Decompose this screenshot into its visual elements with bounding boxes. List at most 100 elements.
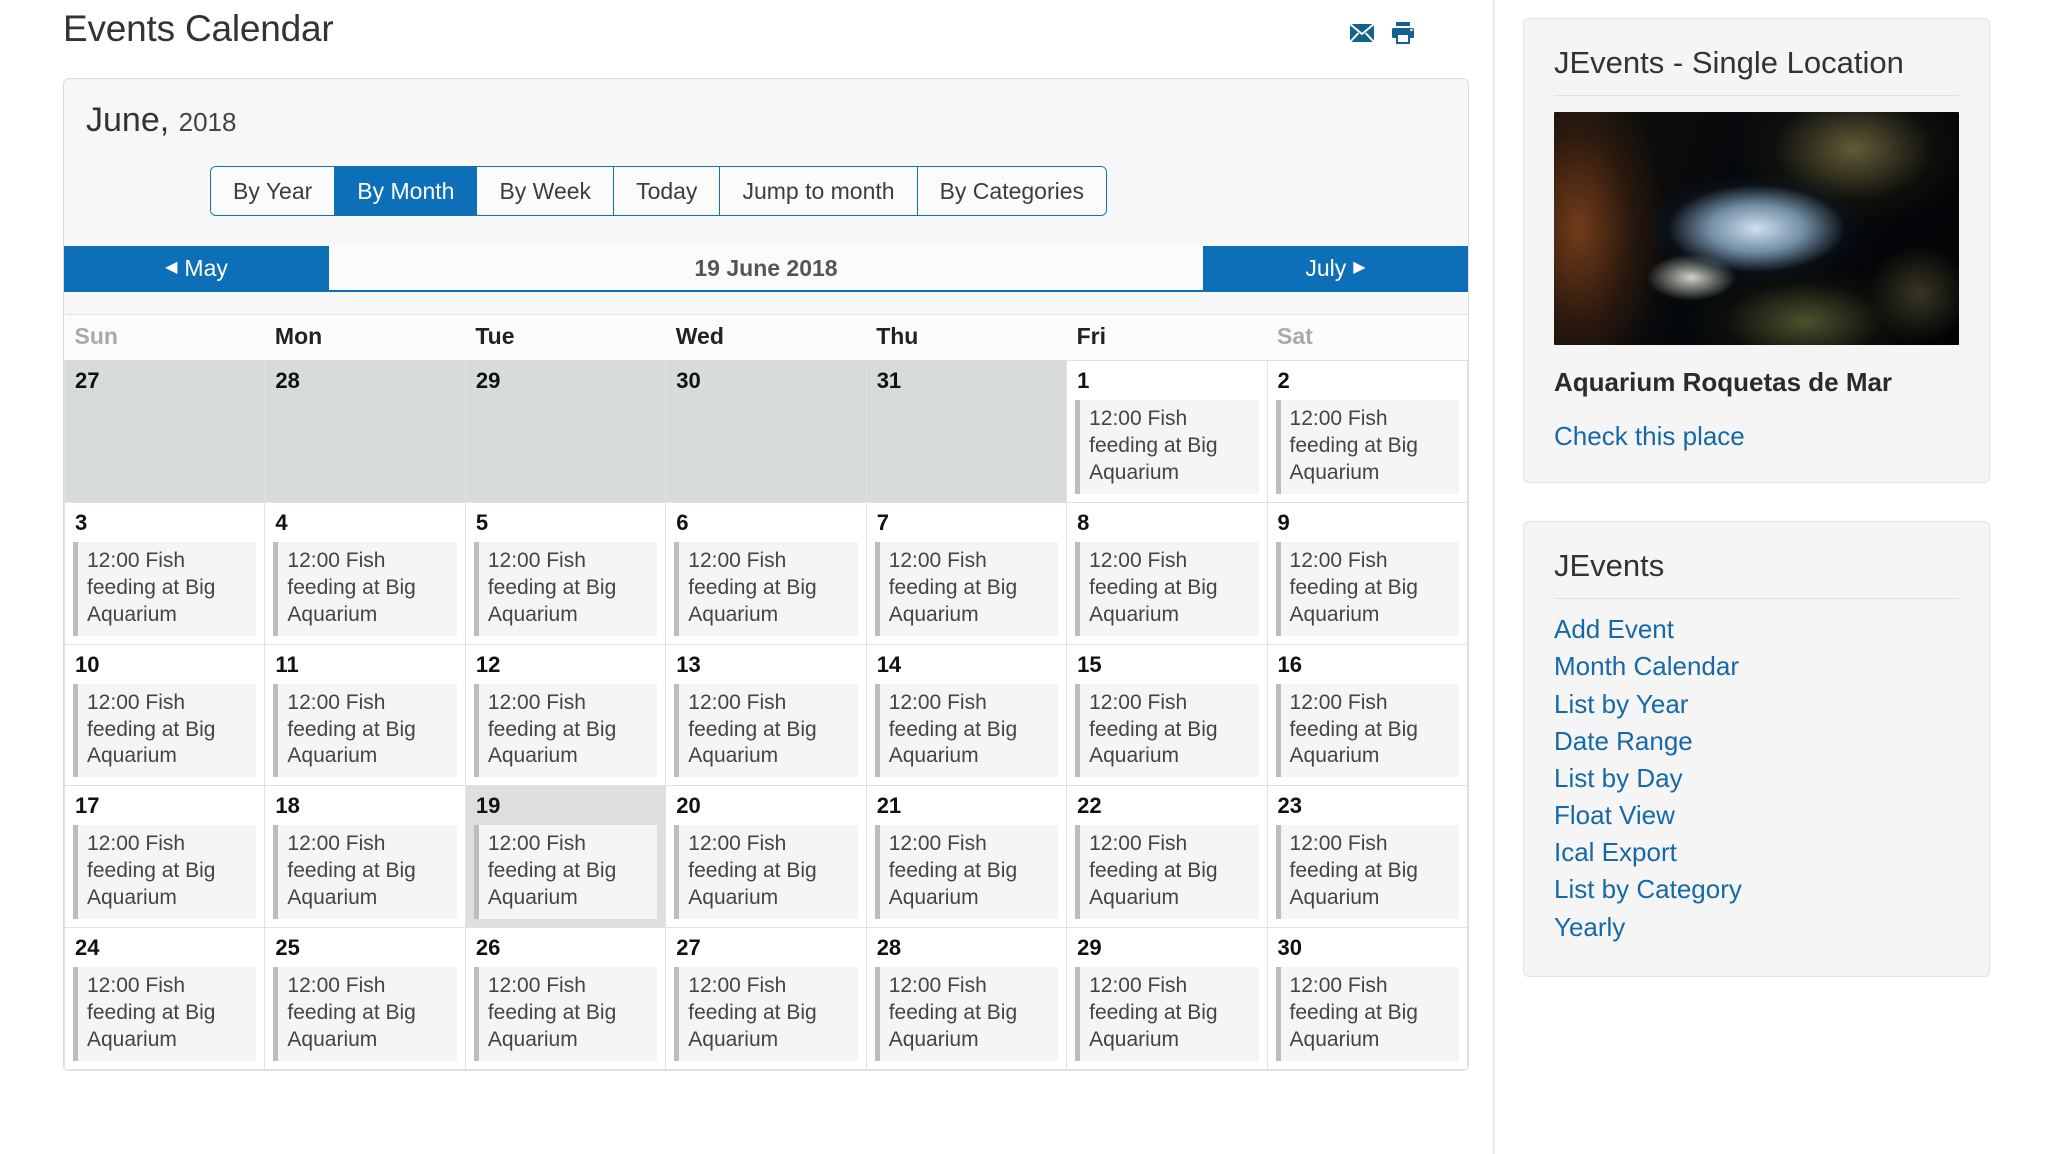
calendar-day-cell[interactable]: 12 12:00 Fish feeding at Big Aquarium (465, 644, 667, 787)
jevents-link-add-event[interactable]: Add Event (1554, 611, 1959, 648)
calendar-event[interactable]: 12:00 Fish feeding at Big Aquarium (874, 542, 1059, 636)
calendar-event[interactable]: 12:00 Fish feeding at Big Aquarium (73, 825, 257, 919)
jevents-link-float-view[interactable]: Float View (1554, 797, 1959, 834)
calendar-day-cell[interactable]: 27 12:00 Fish feeding at Big Aquarium (665, 927, 867, 1070)
day-number: 30 (1277, 934, 1303, 960)
calendar-event[interactable]: 12:00 Fish feeding at Big Aquarium (73, 683, 257, 778)
calendar-day-cell[interactable]: 31 (866, 360, 1068, 504)
previous-month-button[interactable]: ◀ May (64, 246, 329, 290)
calendar-event[interactable]: 12:00 Fish feeding at Big Aquarium (273, 966, 457, 1061)
day-number: 20 (676, 793, 701, 819)
weekday-header-sat: Sat (1267, 314, 1468, 362)
day-number: 8 (1077, 510, 1090, 536)
calendar-event[interactable]: 12:00 Fish feeding at Big Aquarium (473, 683, 658, 778)
calendar-event[interactable]: 12:00 Fish feeding at Big Aquarium (473, 825, 658, 919)
calendar-day-cell[interactable]: 24 12:00 Fish feeding at Big Aquarium (64, 927, 266, 1070)
view-button-jump-to-month[interactable]: Jump to month (720, 167, 918, 216)
calendar-event[interactable]: 12:00 Fish feeding at Big Aquarium (73, 966, 257, 1061)
calendar-event[interactable]: 12:00 Fish feeding at Big Aquarium (1075, 825, 1259, 919)
calendar-event[interactable]: 12:00 Fish feeding at Big Aquarium (273, 542, 457, 636)
calendar-day-cell[interactable]: 30 (665, 360, 867, 504)
calendar-day-cell[interactable]: 18 12:00 Fish feeding at Big Aquarium (264, 785, 466, 928)
calendar-day-cell[interactable]: 26 12:00 Fish feeding at Big Aquarium (465, 927, 667, 1070)
calendar-day-cell[interactable]: 13 12:00 Fish feeding at Big Aquarium (665, 644, 867, 787)
calendar-event[interactable]: 12:00 Fish feeding at Big Aquarium (674, 542, 858, 636)
calendar-event[interactable]: 12:00 Fish feeding at Big Aquarium (1275, 966, 1459, 1061)
calendar-event[interactable]: 12:00 Fish feeding at Big Aquarium (874, 683, 1059, 778)
calendar-day-cell[interactable]: 6 12:00 Fish feeding at Big Aquarium (665, 502, 867, 645)
calendar-event[interactable]: 12:00 Fish feeding at Big Aquarium (1075, 542, 1259, 636)
jevents-link-month-calendar[interactable]: Month Calendar (1554, 648, 1959, 685)
current-date-button[interactable]: 19 June 2018 (329, 246, 1203, 291)
calendar-day-cell[interactable]: 29 (465, 360, 667, 504)
jevents-link-list-by-day[interactable]: List by Day (1554, 760, 1959, 797)
view-button-by-month[interactable]: By Month (335, 167, 478, 216)
calendar-event[interactable]: 12:00 Fish feeding at Big Aquarium (1275, 683, 1459, 778)
calendar-day-cell[interactable]: 3 12:00 Fish feeding at Big Aquarium (64, 502, 266, 645)
calendar-event[interactable]: 12:00 Fish feeding at Big Aquarium (1275, 825, 1459, 919)
view-button-by-categories[interactable]: By Categories (917, 167, 1107, 216)
calendar-day-cell[interactable]: 22 12:00 Fish feeding at Big Aquarium (1066, 785, 1268, 928)
next-month-button[interactable]: July ▶ (1203, 246, 1468, 290)
day-number: 24 (75, 934, 100, 960)
day-number: 5 (475, 510, 489, 536)
calendar-day-cell[interactable]: 2 12:00 Fish feeding at Big Aquarium (1267, 360, 1468, 504)
jevents-link-date-range[interactable]: Date Range (1554, 723, 1959, 760)
calendar-event[interactable]: 12:00 Fish feeding at Big Aquarium (674, 825, 858, 919)
calendar-event[interactable]: 12:00 Fish feeding at Big Aquarium (1075, 400, 1259, 495)
calendar-day-cell[interactable]: 27 (64, 360, 266, 504)
calendar-month-label: June, (86, 101, 170, 139)
calendar-event[interactable]: 12:00 Fish feeding at Big Aquarium (874, 825, 1059, 919)
calendar-day-cell[interactable]: 14 12:00 Fish feeding at Big Aquarium (866, 644, 1068, 787)
calendar-day-cell[interactable]: 16 12:00 Fish feeding at Big Aquarium (1267, 644, 1468, 787)
page-root: Events Calendar June, 2018 By Year By Mo… (0, 0, 2064, 1154)
view-button-by-year[interactable]: By Year (211, 167, 336, 216)
calendar-day-cell[interactable]: 10 12:00 Fish feeding at Big Aquarium (64, 644, 266, 787)
calendar-event[interactable]: 12:00 Fish feeding at Big Aquarium (674, 683, 858, 778)
calendar-day-cell[interactable]: 28 (264, 360, 466, 504)
calendar-header: June, 2018 By Year By Month By Week Toda… (64, 79, 1468, 217)
calendar-event[interactable]: 12:00 Fish feeding at Big Aquarium (674, 966, 858, 1061)
calendar-day-cell[interactable]: 4 12:00 Fish feeding at Big Aquarium (264, 502, 466, 645)
jevents-link-yearly[interactable]: Yearly (1554, 909, 1959, 946)
calendar-event[interactable]: 12:00 Fish feeding at Big Aquarium (1275, 400, 1459, 495)
calendar-day-cell[interactable]: 30 12:00 Fish feeding at Big Aquarium (1267, 927, 1468, 1070)
weekday-header-wed: Wed (665, 314, 867, 362)
jevents-link-list-by-category[interactable]: List by Category (1554, 871, 1959, 908)
calendar-day-cell[interactable]: 17 12:00 Fish feeding at Big Aquarium (64, 785, 266, 928)
check-this-place-link[interactable]: Check this place (1554, 421, 1745, 452)
jevents-link-ical-export[interactable]: Ical Export (1554, 834, 1959, 871)
list-item: Month Calendar (1554, 648, 1959, 685)
calendar-event[interactable]: 12:00 Fish feeding at Big Aquarium (1275, 542, 1459, 636)
jevents-link-list-by-year[interactable]: List by Year (1554, 686, 1959, 723)
calendar-day-cell[interactable]: 29 12:00 Fish feeding at Big Aquarium (1066, 927, 1268, 1070)
calendar-event[interactable]: 12:00 Fish feeding at Big Aquarium (1075, 966, 1259, 1061)
calendar-day-cell[interactable]: 11 12:00 Fish feeding at Big Aquarium (264, 644, 466, 787)
calendar-day-cell[interactable]: 19 12:00 Fish feeding at Big Aquarium (465, 785, 667, 928)
printer-icon[interactable] (1391, 22, 1415, 44)
calendar-event[interactable]: 12:00 Fish feeding at Big Aquarium (473, 542, 658, 636)
calendar-event[interactable]: 12:00 Fish feeding at Big Aquarium (273, 683, 457, 778)
calendar-day-cell[interactable]: 21 12:00 Fish feeding at Big Aquarium (866, 785, 1068, 928)
calendar-day-cell[interactable]: 7 12:00 Fish feeding at Big Aquarium (866, 502, 1068, 645)
calendar-day-cell[interactable]: 9 12:00 Fish feeding at Big Aquarium (1267, 502, 1468, 645)
calendar-event[interactable]: 12:00 Fish feeding at Big Aquarium (1075, 683, 1259, 778)
calendar-day-cell[interactable]: 28 12:00 Fish feeding at Big Aquarium (866, 927, 1068, 1070)
calendar-day-cell[interactable]: 1 12:00 Fish feeding at Big Aquarium (1066, 360, 1268, 504)
calendar-event[interactable]: 12:00 Fish feeding at Big Aquarium (273, 825, 457, 919)
calendar-event[interactable]: 12:00 Fish feeding at Big Aquarium (874, 966, 1059, 1061)
calendar-day-cell[interactable]: 23 12:00 Fish feeding at Big Aquarium (1267, 785, 1468, 928)
view-button-by-week[interactable]: By Week (477, 167, 615, 216)
list-item: Yearly (1554, 909, 1959, 946)
calendar-day-cell[interactable]: 15 12:00 Fish feeding at Big Aquarium (1066, 644, 1268, 787)
envelope-icon[interactable] (1349, 23, 1375, 43)
calendar-day-cell[interactable]: 8 12:00 Fish feeding at Big Aquarium (1066, 502, 1268, 645)
day-number: 13 (676, 651, 701, 677)
calendar-day-cell[interactable]: 5 12:00 Fish feeding at Big Aquarium (465, 502, 667, 645)
weekday-header-sun: Sun (64, 314, 265, 362)
view-button-today[interactable]: Today (614, 167, 721, 216)
calendar-event[interactable]: 12:00 Fish feeding at Big Aquarium (473, 966, 658, 1061)
calendar-day-cell[interactable]: 20 12:00 Fish feeding at Big Aquarium (665, 785, 867, 928)
calendar-event[interactable]: 12:00 Fish feeding at Big Aquarium (73, 542, 257, 636)
calendar-day-cell[interactable]: 25 12:00 Fish feeding at Big Aquarium (264, 927, 466, 1070)
